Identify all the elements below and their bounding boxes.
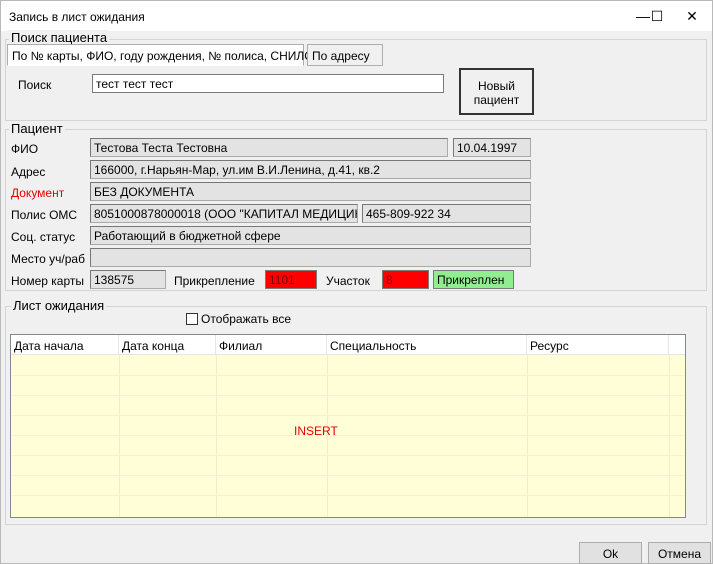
new-patient-label-line1: Новый: [477, 79, 516, 93]
tab-search-by-card[interactable]: По № карты, ФИО, году рождения, № полиса…: [7, 44, 313, 66]
patient-search-group-label: Поиск пациента: [9, 30, 110, 45]
waitlist-table[interactable]: Дата начала Дата конца Филиал Специально…: [10, 334, 686, 518]
address-field: 166000, г.Нарьян-Мар, ул.им В.И.Ленина, …: [90, 160, 531, 179]
attachment-status-badge: Прикреплен: [433, 270, 514, 289]
policy-label: Полис ОМС: [11, 208, 78, 222]
close-icon[interactable]: ✕: [669, 1, 713, 31]
snils-field: 465-809-922 34: [362, 204, 531, 223]
waitlist-dialog: Запись в лист ожидания — ☐ ✕ Поиск пацие…: [0, 0, 713, 564]
new-patient-label-line2: пациент: [473, 93, 520, 107]
workplace-field: [90, 248, 531, 267]
column-divider: [119, 355, 120, 517]
card-number-label: Номер карты: [11, 274, 84, 288]
social-status-field: Работающий в бюджетной сфере: [90, 226, 531, 245]
insert-overlay-text: INSERT: [294, 424, 338, 438]
birth-date-field: 10.04.1997: [453, 138, 531, 157]
ok-button[interactable]: Ok: [579, 542, 642, 564]
column-header-start-date[interactable]: Дата начала: [11, 335, 119, 355]
fio-field: Тестова Теста Тестовна: [90, 138, 448, 157]
district-field: 8: [382, 270, 429, 289]
row-divider: [11, 415, 685, 416]
patient-group-label: Пациент: [9, 121, 65, 136]
waitlist-group-label: Лист ожидания: [11, 298, 107, 313]
row-divider: [11, 495, 685, 496]
row-divider: [11, 435, 685, 436]
column-header-branch[interactable]: Филиал: [216, 335, 327, 355]
new-patient-button[interactable]: Новый пациент: [459, 68, 534, 115]
row-divider: [11, 455, 685, 456]
column-divider: [216, 355, 217, 517]
column-divider: [669, 355, 670, 517]
attachment-label: Прикрепление: [174, 274, 255, 288]
card-number-field: 138575: [90, 270, 166, 289]
search-label: Поиск: [18, 78, 52, 92]
title-bar: Запись в лист ожидания — ☐ ✕: [1, 1, 712, 31]
cancel-button[interactable]: Отмена: [648, 542, 711, 564]
district-label: Участок: [326, 274, 370, 288]
attachment-field: 1101: [265, 270, 317, 289]
row-divider: [11, 375, 685, 376]
document-field: БЕЗ ДОКУМЕНТА: [90, 182, 531, 201]
column-header-specialty[interactable]: Специальность: [327, 335, 527, 355]
show-all-checkbox[interactable]: [186, 313, 198, 325]
fio-label: ФИО: [11, 142, 39, 156]
window-title: Запись в лист ожидания: [9, 10, 145, 24]
document-label: Документ: [11, 186, 65, 200]
column-header-resource[interactable]: Ресурс: [527, 335, 669, 355]
row-divider: [11, 395, 685, 396]
column-header-end-date[interactable]: Дата конца: [119, 335, 216, 355]
address-label: Адрес: [11, 165, 46, 179]
column-divider: [527, 355, 528, 517]
table-header: Дата начала Дата конца Филиал Специально…: [11, 335, 685, 355]
search-input[interactable]: тест тест тест: [92, 74, 444, 93]
tab-search-by-address[interactable]: По адресу: [307, 44, 383, 66]
show-all-label[interactable]: Отображать все: [201, 312, 291, 326]
policy-field: 8051000878000018 (ООО "КАПИТАЛ МЕДИЦИНСК…: [90, 204, 358, 223]
workplace-label: Место уч/раб: [11, 252, 85, 266]
social-status-label: Соц. статус: [11, 230, 76, 244]
row-divider: [11, 475, 685, 476]
